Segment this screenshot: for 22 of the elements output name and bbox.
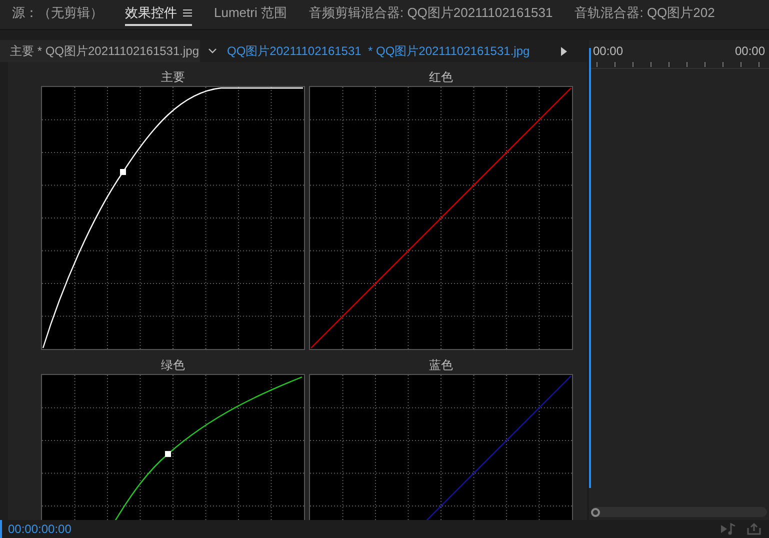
play-audio-icon[interactable]: [721, 523, 737, 535]
curve-graph[interactable]: [41, 374, 305, 520]
panel-tab[interactable]: 效果控件: [125, 2, 192, 26]
chevron-down-icon[interactable]: [208, 48, 217, 54]
menu-icon[interactable]: [183, 8, 192, 16]
curve-title: 红色: [429, 70, 453, 86]
export-icon[interactable]: [747, 523, 761, 535]
master-clip-label: 主要 * QQ图片20211102161531.jpg: [0, 40, 200, 62]
sequence-clip-dropdown[interactable]: QQ图片20211102161531 * QQ图片20211102161531.jpg: [227, 42, 557, 60]
panel-tab[interactable]: 音频剪辑混合器: QQ图片20211102161531: [308, 2, 553, 26]
timeline-start-time: 00:00: [593, 43, 624, 60]
timeline-end-time: 00:00: [734, 43, 765, 60]
tone-curve[interactable]: [114, 376, 302, 520]
panel-tab[interactable]: 音轨混合器: QQ图片202: [574, 2, 715, 26]
curve-title: 绿色: [161, 358, 185, 374]
curve-title: 蓝色: [429, 358, 453, 374]
timecode[interactable]: 00:00:00:00: [8, 520, 72, 538]
panel-tab[interactable]: Lumetri 范围: [214, 2, 287, 26]
panel-tab[interactable]: 源：（无剪辑）: [12, 2, 103, 26]
zoom-scrollbar[interactable]: [591, 507, 767, 517]
curve-title: 主要: [161, 70, 185, 86]
play-icon[interactable]: [561, 46, 567, 56]
